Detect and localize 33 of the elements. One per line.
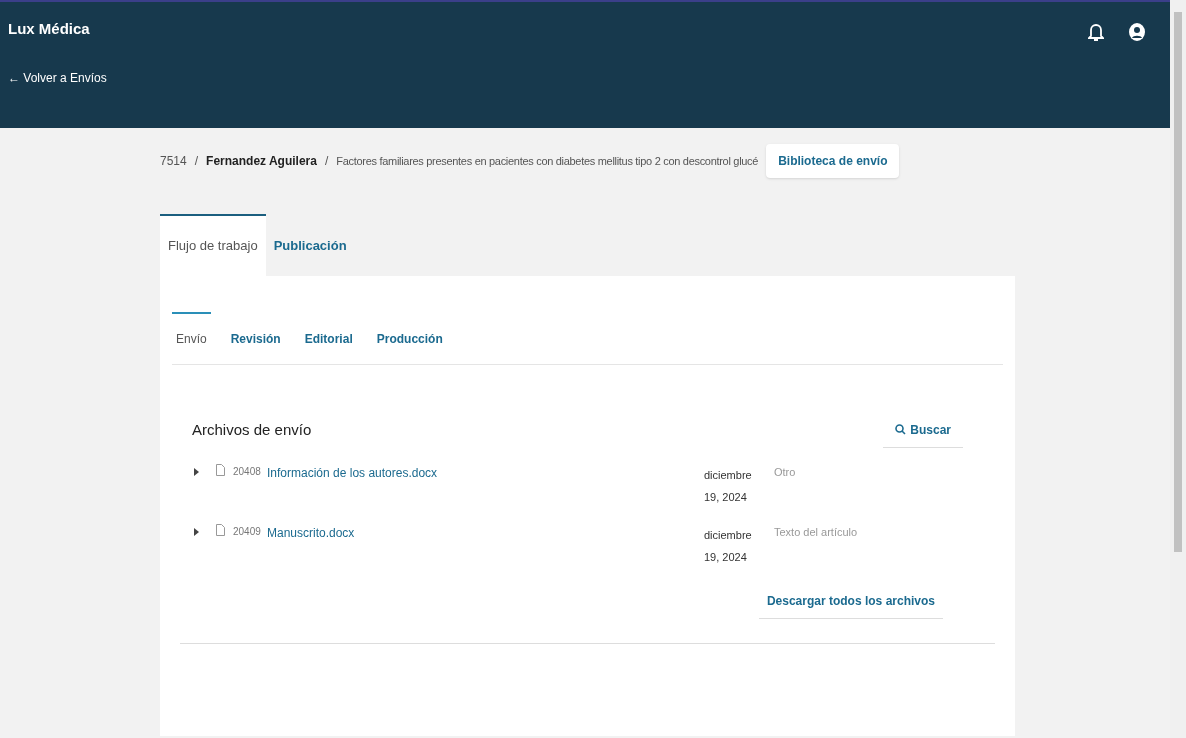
- expand-caret-icon[interactable]: [192, 467, 200, 476]
- library-button[interactable]: Biblioteca de envío: [766, 144, 900, 178]
- search-button[interactable]: Buscar: [883, 412, 963, 448]
- file-link[interactable]: Información de los autores.docx: [267, 463, 704, 482]
- tab[interactable]: Flujo de trabajo: [160, 214, 266, 276]
- user-avatar-icon[interactable]: [1128, 22, 1146, 42]
- file-type: Texto del artículo: [774, 524, 858, 540]
- file-id: 20409: [233, 524, 262, 539]
- section-heading: Archivos de envío: [192, 419, 312, 440]
- search-icon: [895, 424, 907, 435]
- document-icon: [216, 463, 225, 476]
- file-id: 20408: [233, 464, 262, 479]
- file-type: Otro: [774, 464, 796, 480]
- back-link[interactable]: ← Volver a Envíos: [8, 68, 107, 87]
- site-title: Lux Médica: [8, 19, 91, 39]
- breadcrumb-separator: /: [194, 153, 199, 170]
- submission-id: 7514: [160, 153, 187, 170]
- file-date: diciembre 19, 2024: [704, 467, 753, 505]
- download-all-button[interactable]: Descargar todos los archivos: [758, 583, 943, 619]
- tab[interactable]: Publicación: [265, 214, 355, 276]
- notification-bell-icon[interactable]: [1088, 22, 1104, 42]
- file-date: diciembre 19, 2024: [704, 527, 753, 565]
- subtab[interactable]: Producción: [372, 311, 447, 364]
- document-icon: [216, 523, 225, 536]
- subtab[interactable]: Revisión: [226, 311, 285, 364]
- submission-title: Factores familiares presentes en pacientes con diabetes mellitus tipo 2 con descontrol glucé: [336, 153, 759, 169]
- breadcrumb-separator: /: [324, 153, 329, 170]
- author-name: Fernandez Aguilera: [206, 153, 317, 170]
- expand-caret-icon[interactable]: [192, 527, 200, 536]
- scrollbar-thumb[interactable]: [1174, 12, 1182, 552]
- subtab[interactable]: Editorial: [300, 311, 357, 364]
- subtab[interactable]: Envío: [172, 311, 211, 364]
- file-link[interactable]: Manuscrito.docx: [267, 523, 704, 542]
